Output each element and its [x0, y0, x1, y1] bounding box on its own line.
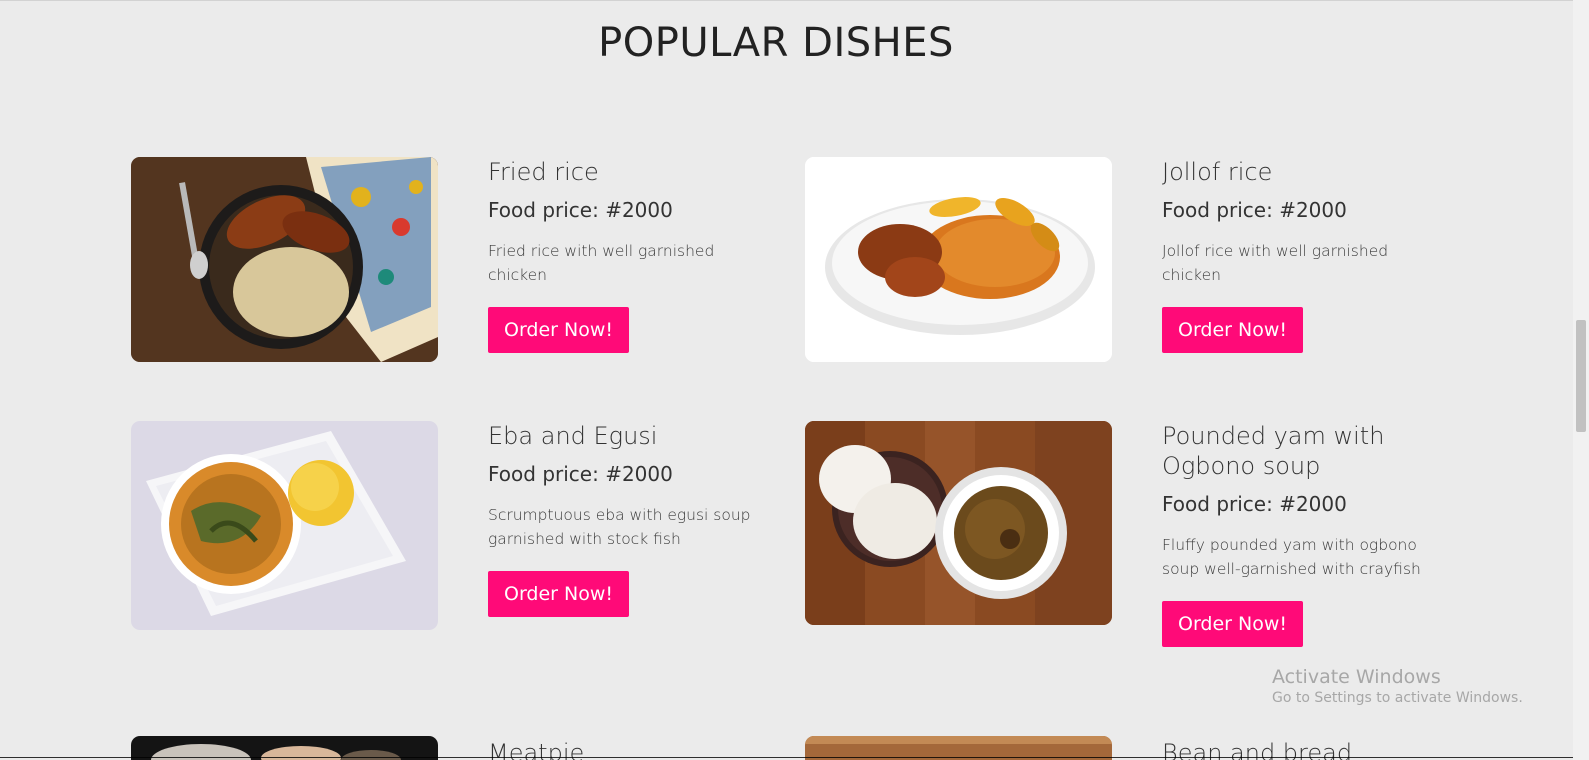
bottom-divider: [0, 757, 1573, 758]
jollof-rice-image: [805, 157, 1112, 362]
dish-info: Fried rice Food price: #2000 Fried rice …: [488, 157, 758, 353]
dish-name: Pounded yam with Ogbono soup: [1162, 422, 1385, 480]
dish-card-pounded-yam: Pounded yam with Ogbono soup Food price:…: [805, 421, 1445, 681]
watermark-title: Activate Windows: [1272, 666, 1441, 688]
dish-description: Jollof rice with well garnished chicken: [1162, 242, 1389, 284]
dish-card-fried-rice: Fried rice Food price: #2000 Fried rice …: [131, 157, 771, 377]
pounded-yam-image: [805, 421, 1112, 625]
dish-price: Food price: #2000: [488, 462, 673, 486]
top-border: [0, 0, 1589, 1]
vertical-scrollbar[interactable]: [1573, 0, 1589, 760]
dish-description: Fluffy pounded yam with ogbono soup well…: [1162, 536, 1421, 578]
order-now-button[interactable]: Order Now!: [488, 571, 630, 617]
dish-info: Eba and Egusi Food price: #2000 Scrumptu…: [488, 421, 758, 617]
scrollbar-thumb[interactable]: [1576, 320, 1586, 432]
dish-price: Food price: #2000: [1162, 492, 1347, 516]
watermark-subtitle: Go to Settings to activate Windows.: [1272, 690, 1523, 706]
dish-price: Food price: #2000: [1162, 198, 1347, 222]
order-now-button[interactable]: Order Now!: [1162, 601, 1304, 647]
dish-description: Scrumptuous eba with egusi soup garnishe…: [488, 506, 751, 548]
dish-info: Pounded yam with Ogbono soup Food price:…: [1162, 421, 1432, 647]
order-now-button[interactable]: Order Now!: [1162, 307, 1304, 353]
eba-and-egusi-image: [131, 421, 438, 630]
dish-card-eba-and-egusi: Eba and Egusi Food price: #2000 Scrumptu…: [131, 421, 771, 641]
fried-rice-image: [131, 157, 438, 362]
order-now-button[interactable]: Order Now!: [488, 307, 630, 353]
dish-name: Eba and Egusi: [488, 422, 658, 450]
dish-info: Jollof rice Food price: #2000 Jollof ric…: [1162, 157, 1432, 353]
dish-price: Food price: #2000: [488, 198, 673, 222]
section-title: POPULAR DISHES: [598, 20, 954, 66]
dish-card-jollof-rice: Jollof rice Food price: #2000 Jollof ric…: [805, 157, 1445, 377]
dish-description: Fried rice with well garnished chicken: [488, 242, 715, 284]
dish-name: Fried rice: [488, 158, 599, 186]
dish-name: Jollof rice: [1162, 158, 1273, 186]
activate-windows-watermark: Activate Windows Go to Settings to activ…: [1272, 666, 1523, 706]
